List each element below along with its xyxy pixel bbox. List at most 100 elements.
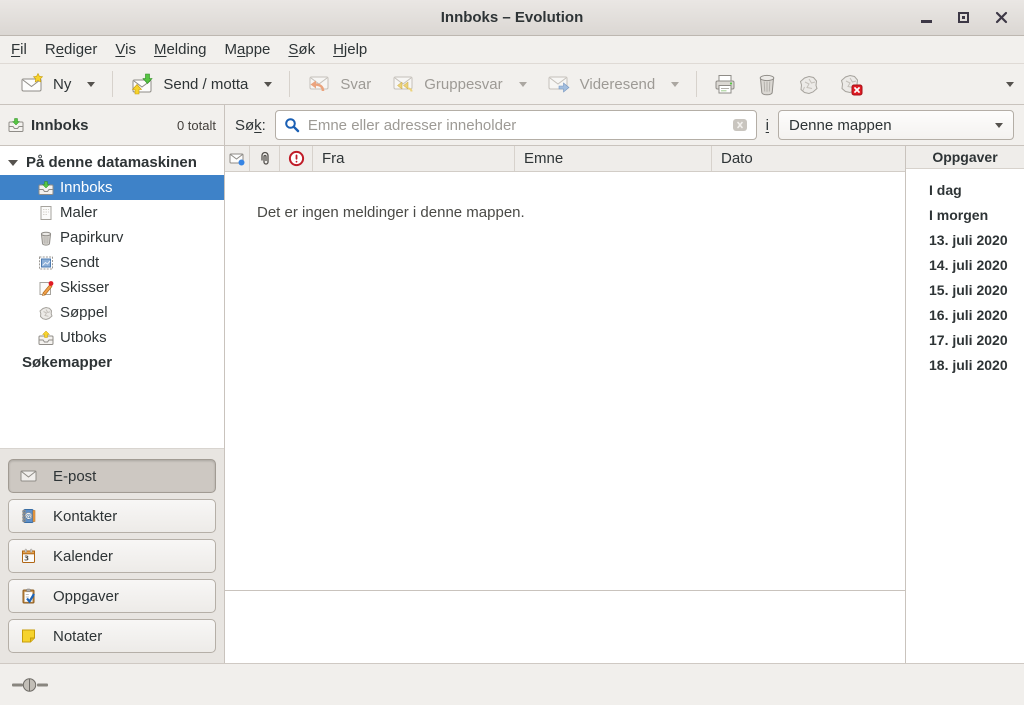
- switcher-tasks-button[interactable]: Oppgaver: [8, 579, 216, 613]
- attachment-icon: [258, 151, 272, 167]
- todo-header[interactable]: Oppgaver: [906, 146, 1024, 169]
- menu-sok[interactable]: Søk: [279, 38, 324, 61]
- group-reply-icon: [391, 72, 415, 96]
- tree-root-search-folders[interactable]: Søkemapper: [0, 350, 224, 375]
- folder-label: Søppel: [60, 304, 108, 321]
- trash-folder-icon: [38, 230, 54, 246]
- forward-icon: [547, 72, 571, 96]
- junk-button[interactable]: [788, 67, 830, 101]
- reply-label: Svar: [340, 76, 371, 93]
- notes-icon: [20, 628, 37, 644]
- todo-item-tomorrow[interactable]: I morgen: [906, 202, 1024, 227]
- switcher-memos-button[interactable]: Notater: [8, 619, 216, 653]
- folder-item-sendt[interactable]: Sendt: [0, 250, 224, 275]
- junk-folder-icon: [38, 305, 54, 321]
- junk-icon: [797, 72, 821, 96]
- folder-item-maler[interactable]: Maler: [0, 200, 224, 225]
- chevron-down-icon[interactable]: [87, 82, 95, 87]
- menu-melding[interactable]: Melding: [145, 38, 216, 61]
- toolbar-overflow-icon[interactable]: [1006, 82, 1014, 87]
- reply-button[interactable]: Svar: [297, 67, 381, 101]
- switcher-label: Oppgaver: [53, 588, 119, 605]
- folder-label: Sendt: [60, 254, 99, 271]
- outbox-icon: [38, 330, 54, 346]
- print-button[interactable]: [704, 67, 746, 101]
- folder-sidebar: På denne datamaskinen Innboks Maler: [0, 146, 225, 663]
- todo-item-date[interactable]: 13. juli 2020: [906, 227, 1024, 252]
- tree-root-on-this-computer[interactable]: På denne datamaskinen: [0, 150, 224, 175]
- switcher-label: E-post: [53, 468, 96, 485]
- minimize-icon[interactable]: [921, 20, 932, 23]
- folder-item-soppel[interactable]: Søppel: [0, 300, 224, 325]
- menu-fil[interactable]: Fil: [2, 38, 36, 61]
- evolution-window: Innboks – Evolution Fil Rediger Vis Meld…: [0, 0, 1024, 705]
- folder-label: Innboks: [60, 179, 113, 196]
- send-receive-button[interactable]: Send / motta: [120, 67, 282, 101]
- column-attachment[interactable]: [250, 146, 280, 171]
- folder-item-utboks[interactable]: Utboks: [0, 325, 224, 350]
- toolbar: Ny Send / motta Svar: [0, 64, 1024, 105]
- message-count: 0 totalt: [177, 118, 216, 133]
- message-list-header: Fra Emne Dato: [225, 146, 905, 172]
- delete-button[interactable]: [746, 67, 788, 101]
- inbox-icon: [8, 117, 24, 133]
- online-plug-icon[interactable]: [12, 677, 48, 693]
- folder-label: Papirkurv: [60, 229, 123, 246]
- switcher-calendar-button[interactable]: 3 Kalender: [8, 539, 216, 573]
- expander-icon[interactable]: [8, 160, 18, 166]
- scope-value: Denne mappen: [789, 117, 892, 134]
- scope-label: i: [766, 117, 769, 134]
- folder-tree: På denne datamaskinen Innboks Maler: [0, 146, 224, 448]
- titlebar: Innboks – Evolution: [0, 0, 1024, 36]
- search-scope-dropdown[interactable]: Denne mappen: [778, 110, 1014, 140]
- folder-item-skisser[interactable]: Skisser: [0, 275, 224, 300]
- not-junk-button[interactable]: [830, 67, 872, 101]
- menu-rediger[interactable]: Rediger: [36, 38, 107, 61]
- switcher-contacts-button[interactable]: @ Kontakter: [8, 499, 216, 533]
- todo-item-today[interactable]: I dag: [906, 177, 1024, 202]
- column-status[interactable]: [225, 146, 250, 171]
- search-folders-label: Søkemapper: [22, 354, 112, 371]
- calendar-icon: 3: [20, 548, 37, 564]
- new-message-label: Ny: [53, 76, 71, 93]
- folder-item-papirkurv[interactable]: Papirkurv: [0, 225, 224, 250]
- switcher-label: Kontakter: [53, 508, 117, 525]
- menu-mappe[interactable]: Mappe: [216, 38, 280, 61]
- menu-vis[interactable]: Vis: [106, 38, 145, 61]
- tree-root-label: På denne datamaskinen: [26, 154, 197, 171]
- chevron-down-icon[interactable]: [671, 82, 679, 87]
- current-folder-name: Innboks: [31, 117, 89, 134]
- message-list-body[interactable]: Det er ingen meldinger i denne mappen.: [225, 172, 905, 590]
- column-from[interactable]: Fra: [313, 146, 515, 171]
- trash-icon: [755, 72, 779, 96]
- forward-button[interactable]: Videresend: [537, 67, 690, 101]
- maximize-icon[interactable]: [958, 12, 969, 23]
- todo-item-date[interactable]: 16. juli 2020: [906, 302, 1024, 327]
- chevron-down-icon[interactable]: [264, 82, 272, 87]
- column-important[interactable]: [280, 146, 313, 171]
- search-entry[interactable]: [275, 110, 757, 140]
- todo-item-date[interactable]: 18. juli 2020: [906, 352, 1024, 377]
- folder-item-innboks[interactable]: Innboks: [0, 175, 224, 200]
- todo-item-date[interactable]: 15. juli 2020: [906, 277, 1024, 302]
- forward-label: Videresend: [580, 76, 656, 93]
- empty-folder-message: Det er ingen meldinger i denne mappen.: [257, 204, 525, 221]
- todo-item-date[interactable]: 17. juli 2020: [906, 327, 1024, 352]
- menu-hjelp[interactable]: Hjelp: [324, 38, 376, 61]
- new-message-button[interactable]: Ny: [10, 67, 105, 101]
- toolbar-separator: [696, 71, 697, 97]
- folder-header: Innboks 0 totalt: [0, 105, 225, 145]
- sent-icon: [38, 255, 54, 271]
- search-row: Innboks 0 totalt Søk: i Denne mappen: [0, 105, 1024, 146]
- todo-item-date[interactable]: 14. juli 2020: [906, 252, 1024, 277]
- search-input[interactable]: [308, 117, 724, 134]
- clear-icon[interactable]: [732, 118, 748, 132]
- close-icon[interactable]: [995, 11, 1008, 24]
- todo-bar: Oppgaver I dag I morgen 13. juli 2020 14…: [905, 146, 1024, 663]
- group-reply-button[interactable]: Gruppesvar: [381, 67, 536, 101]
- column-subject[interactable]: Emne: [515, 146, 712, 171]
- preview-pane[interactable]: [225, 590, 905, 663]
- chevron-down-icon[interactable]: [519, 82, 527, 87]
- switcher-mail-button[interactable]: E-post: [8, 459, 216, 493]
- column-date[interactable]: Dato: [712, 146, 905, 171]
